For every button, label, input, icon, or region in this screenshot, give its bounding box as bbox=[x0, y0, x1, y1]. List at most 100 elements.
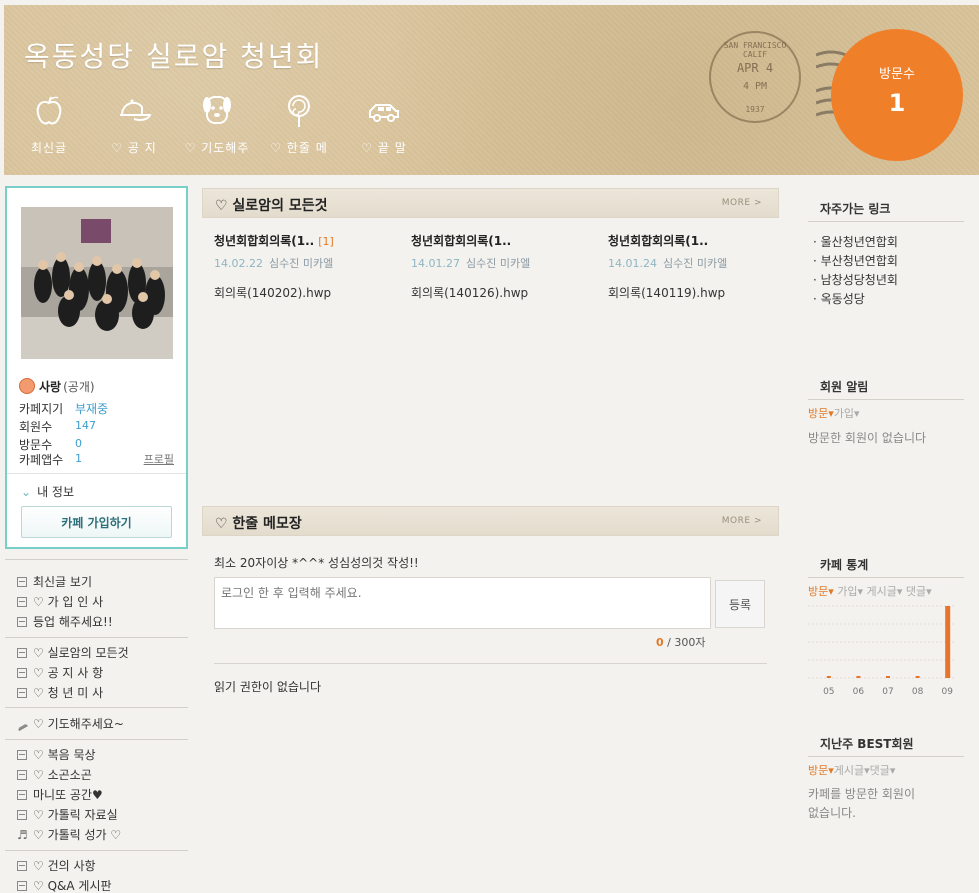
apple-icon bbox=[14, 93, 84, 133]
post-author[interactable]: 심수진 미카엘 bbox=[466, 257, 530, 270]
more-link[interactable]: MORE > bbox=[722, 516, 762, 526]
board-icon bbox=[17, 688, 27, 698]
info-value[interactable]: 147 bbox=[75, 419, 96, 432]
stats-tabs: 방문▾ 가입▾ 게시글▾ 댓글▾ bbox=[808, 583, 932, 599]
tab-comments[interactable]: 댓글▾ bbox=[906, 585, 932, 598]
link-item[interactable]: · 울산청년연합회 bbox=[813, 233, 898, 250]
board-icon bbox=[17, 810, 27, 820]
links-divider bbox=[808, 221, 964, 222]
memo-submit-button[interactable]: 등록 bbox=[715, 580, 765, 628]
best-empty-line: 없습니다. bbox=[808, 806, 856, 820]
info-label: 방문수 bbox=[19, 438, 53, 452]
qna-board-icon bbox=[17, 881, 27, 891]
post-author[interactable]: 심수진 미카엘 bbox=[269, 257, 333, 270]
cafe-profile-box: 사랑 (공개) 카페지기 부재중 회원수 147 방문수 0 카페앱수 1 프로필… bbox=[5, 186, 188, 549]
post-author[interactable]: 심수진 미카엘 bbox=[663, 257, 727, 270]
level-visibility: (공개) bbox=[63, 380, 95, 394]
menu-item-resources[interactable]: ♡ 가톨릭 자료실 bbox=[17, 806, 118, 823]
tab-comments[interactable]: 댓글▾ bbox=[870, 764, 896, 777]
tab-posts[interactable]: 게시글▾ bbox=[834, 764, 870, 777]
menu-item-label: ♡ 공 지 사 항 bbox=[33, 666, 104, 680]
menu-item-notice[interactable]: ♡ 공 지 사 항 bbox=[17, 664, 103, 681]
menu-item-label: ♡ 복음 묵상 bbox=[33, 748, 96, 762]
join-cafe-button[interactable]: 카페 가입하기 bbox=[21, 506, 172, 538]
my-info-toggle[interactable]: ⌄ 내 정보 bbox=[21, 483, 74, 500]
member-alert-title: 회원 알림 bbox=[820, 380, 869, 394]
menu-item-label: ♡ 기도해주세요~ bbox=[33, 717, 124, 731]
tab-visit[interactable]: 방문▾ bbox=[808, 407, 834, 420]
memo-char-max: / 300자 bbox=[667, 636, 706, 649]
menu-item-mass[interactable]: ♡ 청 년 미 사 bbox=[17, 684, 103, 701]
menu-item-suggestion[interactable]: ♡ 건의 사항 bbox=[17, 857, 96, 874]
menu-item-greeting[interactable]: ♡ 가 입 인 사 bbox=[17, 593, 103, 610]
info-label: 회원수 bbox=[19, 420, 53, 434]
best-tabs: 방문▾게시글▾댓글▾ bbox=[808, 762, 895, 778]
board-icon bbox=[17, 648, 27, 658]
chart-bar-05 bbox=[826, 676, 831, 678]
stamp-text: SAN FRANCISCO CALIF bbox=[723, 41, 787, 59]
memo-char-counter: 0 / 300자 bbox=[656, 634, 705, 650]
post-attachment[interactable]: 회의록(140119).hwp bbox=[608, 284, 788, 301]
post-title[interactable]: 청년회합회의록(1.. [1] bbox=[214, 232, 394, 249]
car-icon bbox=[349, 93, 419, 133]
nav-label: ♡ 한줄 메 bbox=[270, 141, 328, 155]
board-icon bbox=[17, 770, 27, 780]
more-link[interactable]: MORE > bbox=[722, 198, 762, 208]
nav-prayer[interactable]: ♡ 기도해주 bbox=[182, 93, 252, 156]
post-title-text: 청년회합회의록(1.. bbox=[411, 234, 512, 248]
menu-item-whisper[interactable]: ♡ 소곤소곤 bbox=[17, 766, 92, 783]
stamp-time: 4 PM bbox=[742, 81, 768, 92]
menu-item-gospel[interactable]: ♡ 복음 묵상 bbox=[17, 746, 96, 763]
cafe-photo[interactable] bbox=[21, 207, 173, 359]
tab-visit[interactable]: 방문▾ bbox=[808, 764, 834, 777]
visit-label: 방문수 bbox=[879, 67, 915, 82]
stamp-year: 1937 bbox=[745, 105, 765, 114]
menu-item-prayer[interactable]: ♡ 기도해주세요~ bbox=[16, 715, 124, 732]
level-name: 사랑 bbox=[39, 380, 62, 394]
section-title[interactable]: ♡ 실로암의 모든것 bbox=[215, 195, 327, 215]
section-title[interactable]: ♡ 한줄 메모장 bbox=[215, 513, 302, 533]
board-icon bbox=[17, 577, 27, 587]
tab-posts[interactable]: 게시글▾ bbox=[867, 585, 903, 598]
link-item[interactable]: · 남창성당청년회 bbox=[813, 271, 898, 288]
tab-join[interactable]: 가입▾ bbox=[837, 585, 863, 598]
stamp-date: APR 4 bbox=[736, 61, 774, 75]
menu-item-label: ♡ 청 년 미 사 bbox=[33, 686, 104, 700]
chart-tick-label: 08 bbox=[912, 687, 924, 697]
post-meta: 14.02.22 심수진 미카엘 bbox=[214, 255, 394, 271]
info-value[interactable]: 부재중 bbox=[75, 400, 108, 417]
post-title[interactable]: 청년회합회의록(1.. bbox=[608, 232, 788, 249]
post-attachment[interactable]: 회의록(140126).hwp bbox=[411, 284, 591, 301]
music-note-icon: ♬ bbox=[17, 828, 28, 842]
section-header-memo: ♡ 한줄 메모장 MORE > bbox=[202, 506, 779, 536]
menu-item-manito[interactable]: 마니또 공간♥ bbox=[17, 786, 103, 803]
menu-item-label: 마니또 공간♥ bbox=[33, 788, 103, 802]
links-title: 자주가는 링크 bbox=[820, 202, 891, 216]
menu-item-qna[interactable]: ♡ Q&A 게시판 bbox=[17, 877, 112, 893]
post-title[interactable]: 청년회합회의록(1.. bbox=[411, 232, 591, 249]
menu-item-latest[interactable]: 최신글 보기 bbox=[17, 573, 92, 590]
post-card: 청년회합회의록(1.. 14.01.24 심수진 미카엘 회의록(140119).… bbox=[608, 232, 788, 301]
menu-item-label: ♡ 실로암의 모든것 bbox=[33, 646, 129, 660]
menu-item-hymns[interactable]: ♬ ♡ 가톨릭 성가 ♡ bbox=[17, 826, 121, 843]
tab-join[interactable]: 가입▾ bbox=[834, 407, 860, 420]
post-title-text: 청년회합회의록(1.. bbox=[608, 234, 709, 248]
post-attachment[interactable]: 회의록(140202).hwp bbox=[214, 284, 394, 301]
profile-divider bbox=[7, 473, 186, 474]
nav-notice[interactable]: ♡ 공 지 bbox=[99, 93, 169, 156]
tab-visit[interactable]: 방문▾ bbox=[808, 585, 834, 598]
memo-input[interactable] bbox=[214, 577, 711, 629]
board-icon bbox=[17, 617, 27, 627]
menu-item-levelup[interactable]: 등업 해주세요!! bbox=[17, 613, 113, 630]
group-photo-image bbox=[21, 207, 173, 359]
board-icon bbox=[17, 668, 27, 678]
link-item[interactable]: · 부산청년연합회 bbox=[813, 252, 898, 269]
cafe-title[interactable]: 옥동성당 실로암 청년회 bbox=[24, 35, 323, 75]
nav-memo[interactable]: ♡ 한줄 메 bbox=[264, 93, 334, 156]
menu-item-all[interactable]: ♡ 실로암의 모든것 bbox=[17, 644, 129, 661]
nav-wordchain[interactable]: ♡ 끝 말 bbox=[349, 93, 419, 156]
link-item[interactable]: · 옥동성당 bbox=[813, 290, 865, 307]
nav-latest[interactable]: 최신글 bbox=[14, 93, 84, 156]
chart-tick-label: 06 bbox=[853, 687, 865, 697]
profile-link[interactable]: 프로필 bbox=[144, 451, 174, 467]
